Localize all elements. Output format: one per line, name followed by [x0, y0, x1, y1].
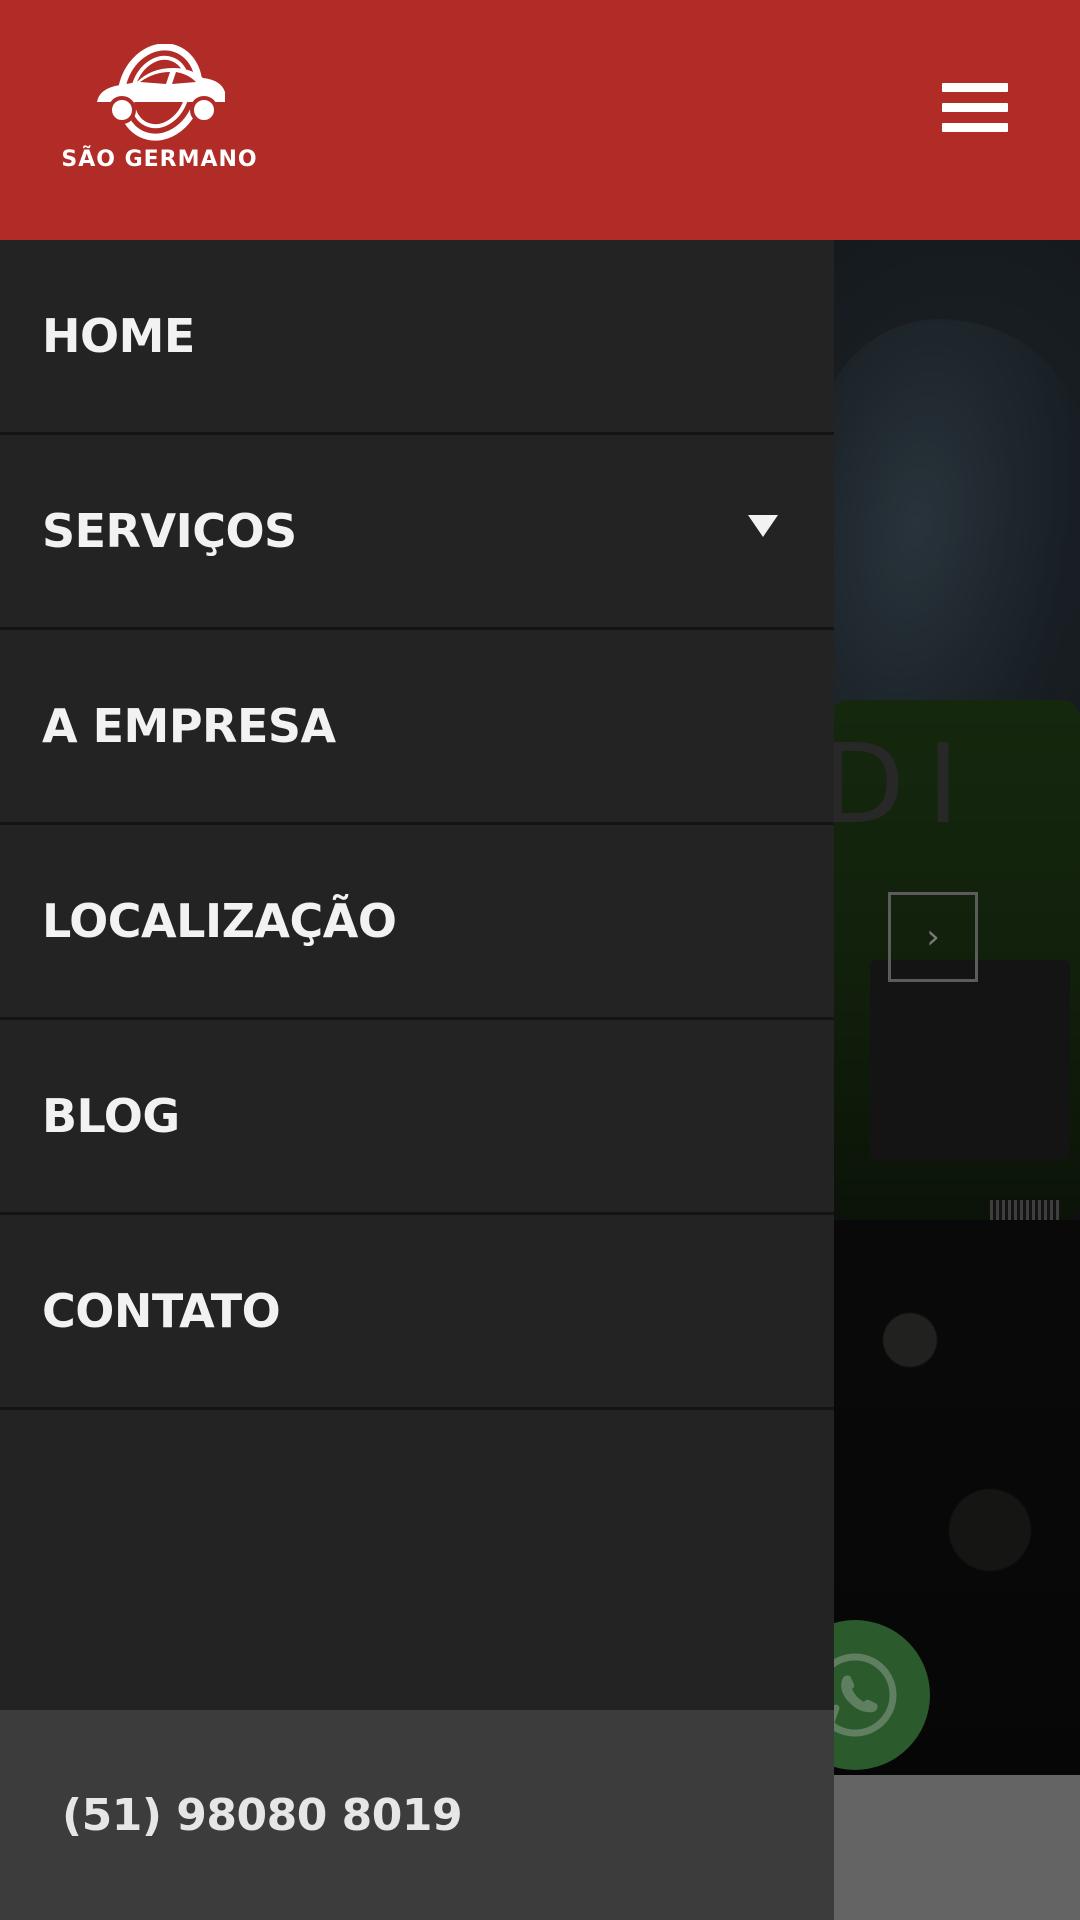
brand-name: SÃO GERMANO	[61, 147, 258, 172]
phone-number-link[interactable]: (51) 98080 8019	[62, 1790, 463, 1841]
hamburger-menu-button[interactable]	[940, 80, 1010, 136]
site-header: SÃO GERMANO	[0, 0, 1080, 240]
menu-item-a-empresa[interactable]: A EMPRESA	[0, 630, 834, 825]
menu-item-blog[interactable]: BLOG	[0, 1020, 834, 1215]
slider-next-button[interactable]: ›	[888, 892, 978, 982]
hamburger-menu-icon	[942, 83, 1008, 92]
menu-item-label: BLOG	[42, 1089, 180, 1143]
drawer-phone-bar: (51) 98080 8019	[0, 1710, 834, 1920]
menu-item-label: CONTATO	[42, 1284, 281, 1338]
chevron-right-icon: ›	[926, 917, 940, 957]
brand-logo[interactable]: SÃO GERMANO	[52, 44, 267, 178]
menu-item-label: SERVIÇOS	[42, 504, 297, 558]
menu-item-home[interactable]: HOME	[0, 240, 834, 435]
menu-item-localizacao[interactable]: LOCALIZAÇÃO	[0, 825, 834, 1020]
menu-item-contato[interactable]: CONTATO	[0, 1215, 834, 1410]
menu-item-servicos[interactable]: SERVIÇOS	[0, 435, 834, 630]
menu-item-label: HOME	[42, 309, 195, 363]
nav-drawer: HOME SERVIÇOS A EMPRESA LOCALIZAÇÃO BLOG…	[0, 240, 834, 1920]
car-wheel-logo-icon	[97, 44, 225, 141]
menu-item-label: LOCALIZAÇÃO	[42, 894, 397, 948]
menu-item-label: A EMPRESA	[42, 699, 336, 753]
triangle-down-icon[interactable]	[748, 515, 778, 537]
